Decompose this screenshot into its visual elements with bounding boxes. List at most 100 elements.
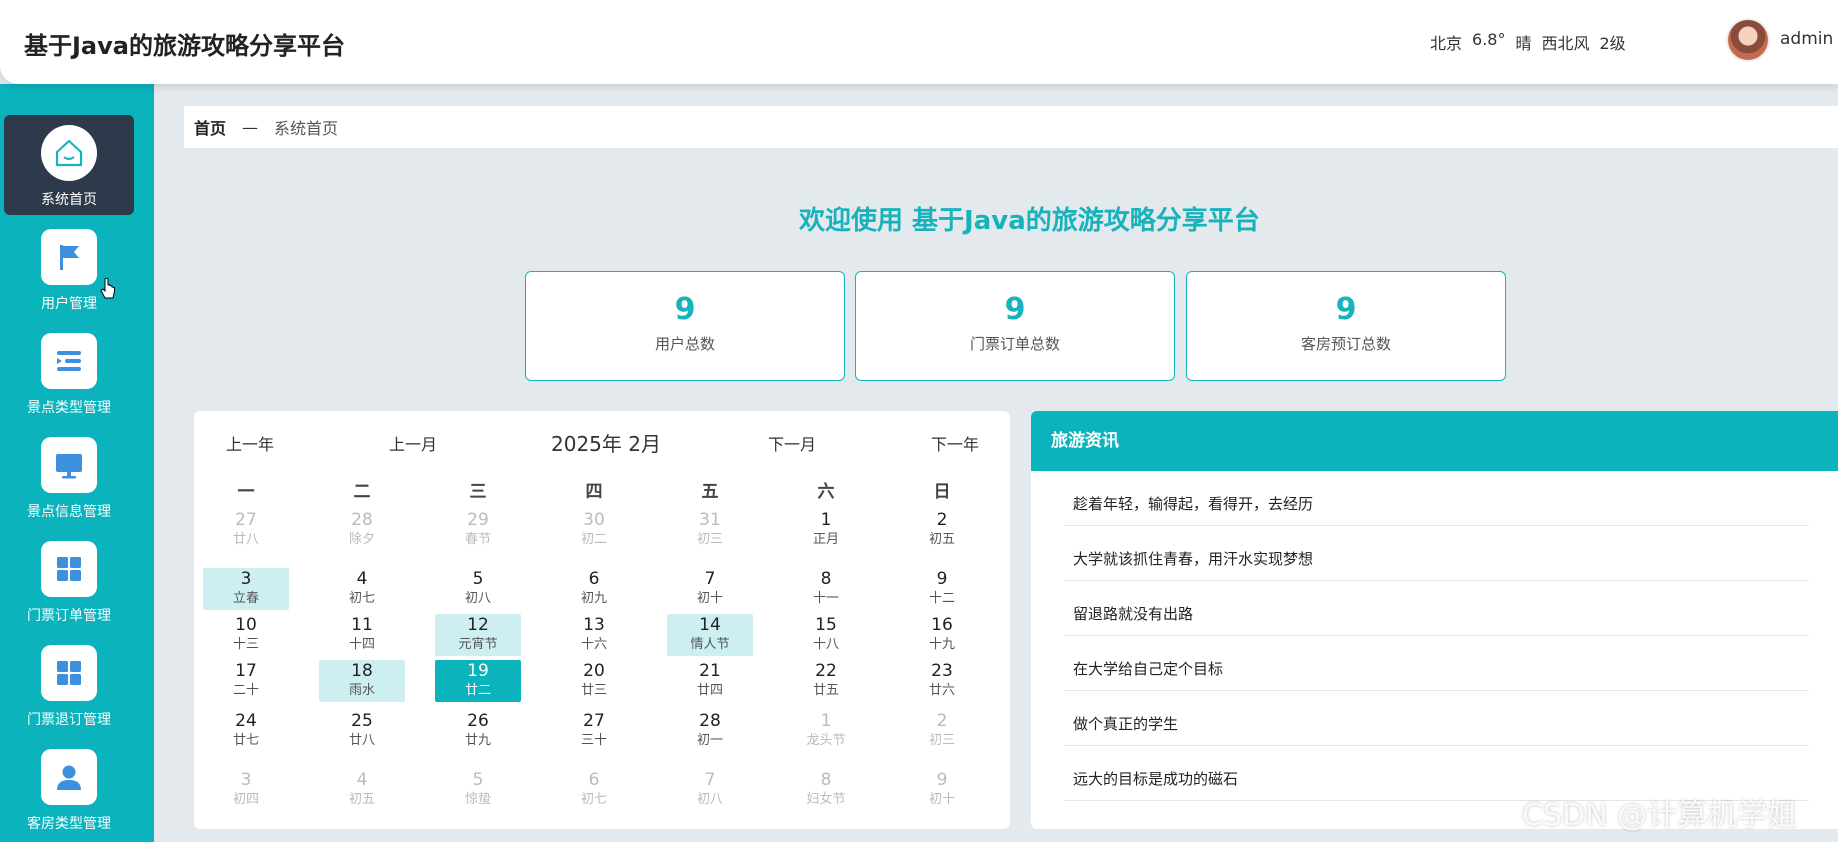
calendar-day[interactable]: 7 初十	[667, 568, 753, 610]
lunar-date: 元宵节	[458, 637, 498, 652]
calendar-day[interactable]: 31 初三	[667, 509, 753, 551]
calendar-day[interactable]: 29 春节	[435, 509, 521, 551]
calendar-day-today[interactable]: 19 廿二	[435, 660, 521, 702]
user-icon	[41, 749, 97, 805]
lunar-date: 十二	[928, 591, 955, 606]
sidebar-item-scenic-info[interactable]: 景点信息管理	[4, 427, 134, 527]
sidebar-item-room-types[interactable]: 客房类型管理	[4, 739, 134, 839]
day-number: 7	[704, 770, 716, 790]
weekday-header: 日	[933, 482, 951, 502]
breadcrumb-home[interactable]: 首页	[194, 115, 226, 139]
calendar-day[interactable]: 21 廿四	[667, 660, 753, 702]
calendar-day[interactable]: 22 廿五	[783, 660, 869, 702]
day-number: 2	[936, 711, 948, 731]
calendar-day[interactable]: 7 初八	[667, 769, 753, 811]
sidebar-item-label: 用户管理	[41, 296, 97, 312]
calendar-day[interactable]: 2 初五	[899, 509, 985, 551]
breadcrumb-current: 系统首页	[274, 119, 339, 138]
calendar-day[interactable]: 8 十一	[783, 568, 869, 610]
calendar-day[interactable]: 24 廿七	[203, 710, 289, 752]
calendar-day[interactable]: 25 廿八	[319, 710, 405, 752]
news-item[interactable]: 留退路就没有出路	[1065, 581, 1809, 636]
day-number: 13	[583, 615, 605, 635]
sidebar-item-ticket-refunds[interactable]: 门票退订管理	[4, 635, 134, 735]
day-number: 4	[356, 569, 368, 589]
calendar-day[interactable]: 11 十四	[319, 614, 405, 656]
lunar-date: 初七	[580, 792, 607, 807]
lunar-date: 情人节	[690, 637, 730, 652]
calendar-day[interactable]: 4 初五	[319, 769, 405, 811]
calendar-day[interactable]: 5 初八	[435, 568, 521, 610]
breadcrumb: 首页 — 系统首页	[184, 106, 1838, 148]
calendar-day[interactable]: 1 龙头节	[783, 710, 869, 752]
lunar-date: 廿八	[348, 733, 375, 748]
calendar-day[interactable]: 12 元宵节	[435, 614, 521, 656]
day-number: 3	[240, 569, 252, 589]
calendar-day[interactable]: 26 廿九	[435, 710, 521, 752]
sidebar-item-scenic-types[interactable]: 景点类型管理	[4, 323, 134, 423]
calendar-day[interactable]: 10 十三	[203, 614, 289, 656]
news-item[interactable]: 趁着年轻，输得起，看得开，去经历	[1065, 471, 1809, 526]
news-item[interactable]: 在大学给自己定个目标	[1065, 636, 1809, 691]
calendar-day[interactable]: 9 十二	[899, 568, 985, 610]
lunar-date: 除夕	[348, 532, 375, 547]
news-item[interactable]: 大学就该抓住青春，用汗水实现梦想	[1065, 526, 1809, 581]
calendar-day[interactable]: 28 初一	[667, 710, 753, 752]
sidebar-item-ticket-orders[interactable]: 门票订单管理	[4, 531, 134, 631]
news-title: 旅游资讯	[1031, 411, 1838, 471]
lunar-date: 十六	[580, 637, 607, 652]
calendar-day[interactable]: 27 三十	[551, 710, 637, 752]
calendar-day[interactable]: 20 廿三	[551, 660, 637, 702]
news-item[interactable]: 做个真正的学生	[1065, 691, 1809, 746]
calendar-day[interactable]: 6 初九	[551, 568, 637, 610]
calendar-day[interactable]: 30 初二	[551, 509, 637, 551]
day-number: 25	[351, 711, 373, 731]
stat-card-users: 9 用户总数	[525, 271, 845, 381]
calendar-day[interactable]: 17 二十	[203, 660, 289, 702]
calendar-day[interactable]: 3 立春	[203, 568, 289, 610]
username[interactable]: admin	[1780, 29, 1833, 49]
calendar-day[interactable]: 15 十八	[783, 614, 869, 656]
sidebar-item-users[interactable]: 用户管理	[4, 219, 134, 319]
day-number: 9	[936, 770, 948, 790]
calendar-day[interactable]: 2 初三	[899, 710, 985, 752]
day-number: 15	[815, 615, 837, 635]
day-number: 28	[699, 711, 721, 731]
calendar-day[interactable]: 6 初七	[551, 769, 637, 811]
welcome-title: 欢迎使用 基于Java的旅游攻略分享平台	[799, 206, 1260, 236]
day-number: 14	[699, 615, 721, 635]
avatar[interactable]	[1726, 18, 1770, 62]
calendar-day[interactable]: 4 初七	[319, 568, 405, 610]
calendar-day[interactable]: 3 初四	[203, 769, 289, 811]
calendar-day[interactable]: 1 正月	[783, 509, 869, 551]
lunar-date: 初一	[696, 733, 723, 748]
lunar-date: 廿九	[464, 733, 491, 748]
day-number: 27	[235, 510, 257, 530]
next-year-button[interactable]: 下一年	[931, 431, 979, 455]
monitor-icon	[41, 437, 97, 493]
lunar-date: 初八	[696, 792, 723, 807]
day-number: 27	[583, 711, 605, 731]
calendar-day[interactable]: 23 廿六	[899, 660, 985, 702]
calendar-day[interactable]: 14 情人节	[667, 614, 753, 656]
next-month-button[interactable]: 下一月	[768, 431, 816, 455]
prev-month-button[interactable]: 上一月	[389, 431, 437, 455]
prev-year-button[interactable]: 上一年	[226, 431, 274, 455]
day-number: 5	[472, 770, 484, 790]
weekday-header: 六	[817, 482, 835, 502]
calendar-day[interactable]: 18 雨水	[319, 660, 405, 702]
day-number: 21	[699, 661, 721, 681]
day-number: 17	[235, 661, 257, 681]
calendar-day[interactable]: 9 初十	[899, 769, 985, 811]
lunar-date: 十四	[348, 637, 375, 652]
lunar-date: 初五	[348, 792, 375, 807]
sidebar-item-home[interactable]: 系统首页	[4, 115, 134, 215]
calendar-day[interactable]: 8 妇女节	[783, 769, 869, 811]
calendar-day[interactable]: 27 廿八	[203, 509, 289, 551]
app-title: 基于Java的旅游攻略分享平台	[24, 32, 345, 60]
calendar-day[interactable]: 28 除夕	[319, 509, 405, 551]
calendar-day[interactable]: 16 十九	[899, 614, 985, 656]
lunar-date: 廿四	[696, 683, 723, 698]
calendar-day[interactable]: 13 十六	[551, 614, 637, 656]
calendar-day[interactable]: 5 惊蛰	[435, 769, 521, 811]
